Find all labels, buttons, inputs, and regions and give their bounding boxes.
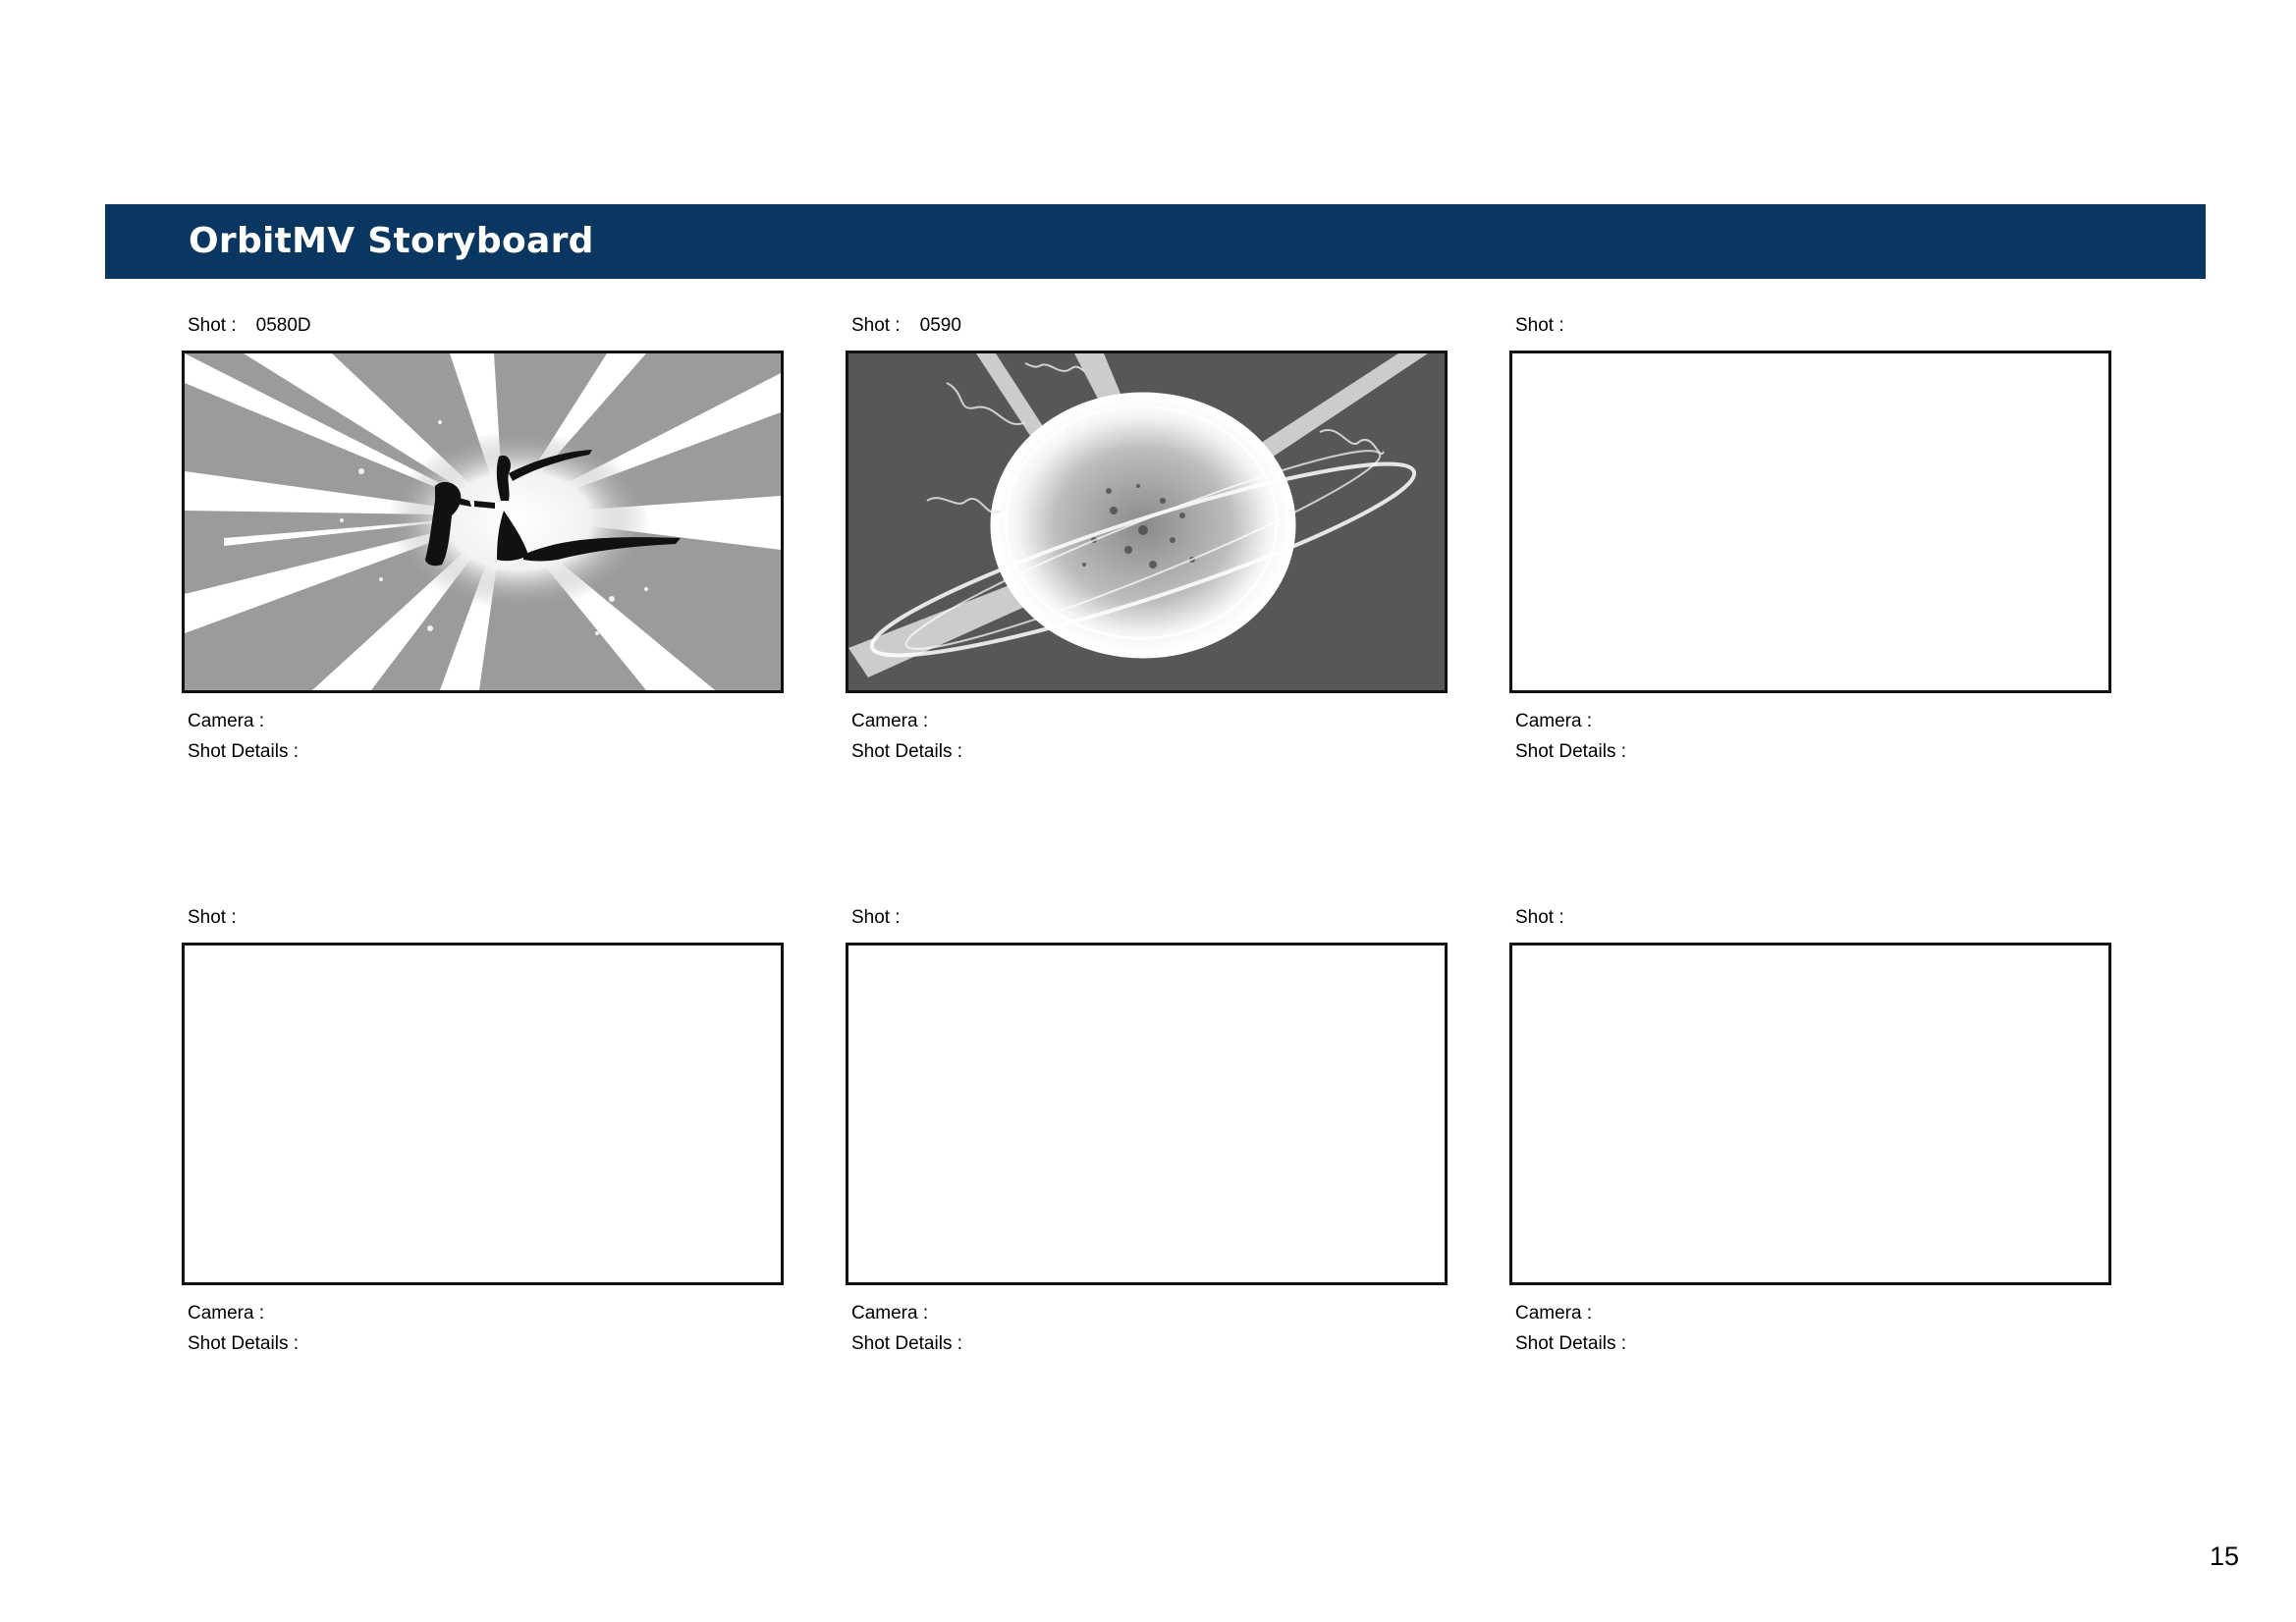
shot-number: 0590 — [919, 315, 961, 336]
shot-line: Shot : — [851, 906, 920, 930]
storyboard-frame-5 — [846, 943, 1448, 1285]
storyboard-panel-2: Shot : 0590 Camera: Shot Details: — [846, 314, 1448, 776]
shot-label: Shot : — [851, 907, 901, 928]
camera-label: Camera : — [1515, 711, 1593, 731]
shot-label: Shot : — [1515, 907, 1564, 928]
storyboard-panel-5: Shot : Camera : Shot Details : — [846, 906, 1448, 1368]
shot-label: Shot : — [188, 907, 237, 928]
page-title: OrbitMV Storyboard — [189, 221, 594, 261]
camera-line: Camera : — [1515, 1302, 1592, 1325]
storyboard-frame-4 — [182, 943, 784, 1285]
shot-line: Shot : 0590 — [851, 314, 961, 338]
shot-line: Shot : — [188, 906, 256, 930]
shot-details-label: Shot Details : — [188, 741, 299, 762]
glowing-orb-energy-rings-drawing — [848, 353, 1445, 690]
shot-details-label: Shot Details : — [1515, 1333, 1626, 1354]
storyboard-frame-6 — [1509, 943, 2111, 1285]
shot-details-line: Shot Details : — [1515, 740, 1626, 764]
storyboard-panel-6: Shot : Camera : Shot Details : — [1509, 906, 2111, 1368]
shot-details-line: Shot Details : — [188, 1332, 299, 1356]
shot-label: Shot : — [1515, 315, 1564, 336]
storyboard-frame-3 — [1509, 351, 2111, 693]
shot-details-line: Shot Details : — [851, 740, 962, 764]
shot-details-label: Shot Details : — [851, 1333, 962, 1354]
storyboard-panel-3: Shot : Camera : Shot Details : — [1509, 314, 2111, 776]
shot-details-line: Shot Details : — [851, 1332, 962, 1356]
shot-line: Shot : — [1515, 906, 1584, 930]
camera-label: Camera : — [851, 711, 929, 731]
storyboard-panel-4: Shot : Camera : Shot Details : — [182, 906, 784, 1368]
shot-details-line: Shot Details : — [188, 740, 299, 764]
shot-details-label: Shot Details : — [1515, 741, 1626, 762]
camera-label: Camera : — [188, 711, 265, 731]
storyboard-frame-2 — [846, 351, 1448, 693]
shot-label: Shot : — [851, 315, 901, 336]
camera-line: Camera : — [851, 1302, 928, 1325]
camera-line: Camera : — [851, 710, 928, 733]
header-bar: OrbitMV Storyboard — [105, 204, 2206, 279]
storyboard-panel-1: Shot : 0580D Camera: Shot Details: — [182, 314, 784, 776]
shot-line: Shot : 0580D — [188, 314, 311, 338]
shot-details-label: Shot Details : — [188, 1333, 299, 1354]
shot-label: Shot : — [188, 315, 237, 336]
storyboard-frame-1 — [182, 351, 784, 693]
shot-details-label: Shot Details : — [851, 741, 962, 762]
camera-line: Camera : — [188, 710, 264, 733]
camera-label: Camera : — [188, 1303, 265, 1324]
shot-line: Shot : — [1515, 314, 1584, 338]
shot-number: 0580D — [255, 315, 311, 336]
camera-label: Camera : — [851, 1303, 929, 1324]
explosion-burst-silhouette-drawing — [185, 353, 781, 690]
camera-line: Camera : — [188, 1302, 264, 1325]
page-number: 15 — [2210, 1541, 2240, 1571]
shot-details-line: Shot Details : — [1515, 1332, 1626, 1356]
camera-line: Camera : — [1515, 710, 1592, 733]
camera-label: Camera : — [1515, 1303, 1593, 1324]
